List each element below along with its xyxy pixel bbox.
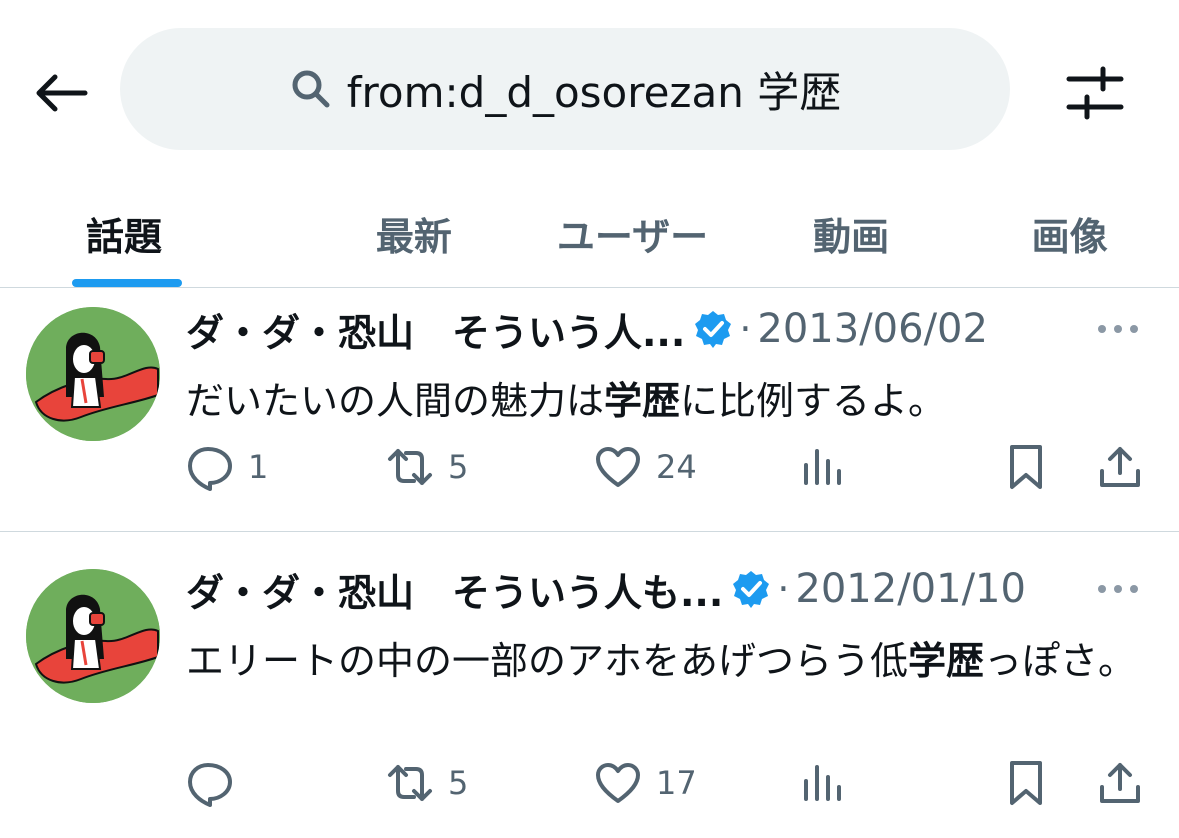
search-tabs: 話題 最新 ユーザー 動画 画像 [0, 180, 1179, 288]
tweet-text: だいたいの人間の魅力は学歴に比例するよ。 [186, 379, 947, 423]
more-horizontal-icon [1098, 325, 1138, 333]
views-chart-icon [804, 765, 841, 801]
tweet-body: ダ・ダ・恐山 そういう人も... · 2012/01/10 エリートの中の一部の… [186, 549, 1143, 693]
tab-images[interactable]: 画像 [960, 180, 1179, 287]
tab-people[interactable]: ユーザー [523, 180, 742, 287]
like-button[interactable]: 24 [594, 443, 697, 491]
like-count: 24 [656, 448, 697, 486]
tab-label: 最新 [375, 215, 452, 259]
reply-button[interactable] [186, 759, 248, 807]
tweet[interactable]: ダ・ダ・恐山 そういう人... · 2013/06/02 だいたいの人間の魅力は… [0, 289, 1179, 532]
separator-dot: · [777, 567, 790, 611]
filter-button[interactable] [1060, 58, 1130, 128]
tweet-body: ダ・ダ・恐山 そういう人... · 2013/06/02 だいたいの人間の魅力は… [186, 289, 1143, 433]
separator-dot: · [739, 307, 752, 351]
share-icon [1100, 447, 1140, 487]
share-button[interactable] [1096, 759, 1144, 807]
verified-badge-icon [731, 569, 771, 609]
sliders-icon [1066, 66, 1124, 120]
tab-label: 話題 [86, 215, 163, 259]
like-count: 17 [656, 764, 697, 802]
retweet-count: 5 [448, 448, 469, 486]
display-name[interactable]: ダ・ダ・恐山 そういう人... [186, 302, 685, 357]
tweet-actions: 1 5 24 [186, 437, 1147, 497]
bookmark-button[interactable] [1002, 443, 1050, 491]
tweet-header: ダ・ダ・恐山 そういう人... · 2013/06/02 [186, 289, 1143, 369]
bookmark-button[interactable] [1002, 759, 1050, 807]
tweet[interactable]: ダ・ダ・恐山 そういう人も... · 2012/01/10 エリートの中の一部の… [0, 533, 1179, 838]
arrow-left-icon [36, 74, 88, 112]
tweet-actions: 5 17 [186, 753, 1147, 813]
retweet-button[interactable]: 5 [386, 443, 468, 491]
like-button[interactable]: 17 [594, 759, 697, 807]
verified-badge-icon [693, 309, 733, 349]
views-button[interactable] [798, 443, 846, 491]
views-chart-icon [804, 449, 841, 485]
more-horizontal-icon [1098, 585, 1138, 593]
tab-videos[interactable]: 動画 [742, 180, 961, 287]
tweet-header: ダ・ダ・恐山 そういう人も... · 2012/01/10 [186, 549, 1143, 629]
reply-icon [188, 447, 232, 491]
display-name[interactable]: ダ・ダ・恐山 そういう人も... [186, 562, 723, 617]
share-button[interactable] [1096, 443, 1144, 491]
bookmark-icon [1010, 761, 1042, 805]
retweet-button[interactable]: 5 [386, 759, 468, 807]
tab-label: ユーザー [556, 215, 709, 259]
views-button[interactable] [798, 759, 846, 807]
search-query: from:d_d_osorezan 学歴 [346, 67, 842, 117]
active-tab-indicator [72, 279, 182, 287]
tweet-date[interactable]: 2013/06/02 [757, 306, 988, 352]
search-header: from:d_d_osorezan 学歴 [0, 0, 1179, 180]
tab-top[interactable]: 話題 [0, 180, 305, 287]
more-button[interactable] [1093, 309, 1143, 349]
tab-label: 動画 [813, 215, 890, 259]
tab-label: 画像 [1031, 215, 1108, 259]
bookmark-icon [1010, 445, 1042, 489]
heart-icon [596, 447, 640, 487]
reply-count: 1 [248, 448, 269, 486]
reply-icon [188, 763, 232, 807]
avatar[interactable] [26, 307, 160, 441]
more-button[interactable] [1093, 569, 1143, 609]
retweet-icon [388, 765, 432, 801]
back-button[interactable] [30, 62, 92, 124]
search-input[interactable]: from:d_d_osorezan 学歴 [120, 28, 1010, 150]
avatar[interactable] [26, 569, 160, 703]
share-icon [1100, 763, 1140, 803]
tab-latest[interactable]: 最新 [305, 180, 524, 287]
tweet-text: エリートの中の一部のアホをあげつらう低学歴っぽさ。 [186, 639, 1137, 683]
retweet-count: 5 [448, 764, 469, 802]
tweet-date[interactable]: 2012/01/10 [795, 566, 1026, 612]
heart-icon [596, 763, 640, 803]
search-icon [289, 67, 333, 111]
reply-button[interactable]: 1 [186, 443, 268, 491]
retweet-icon [388, 449, 432, 485]
